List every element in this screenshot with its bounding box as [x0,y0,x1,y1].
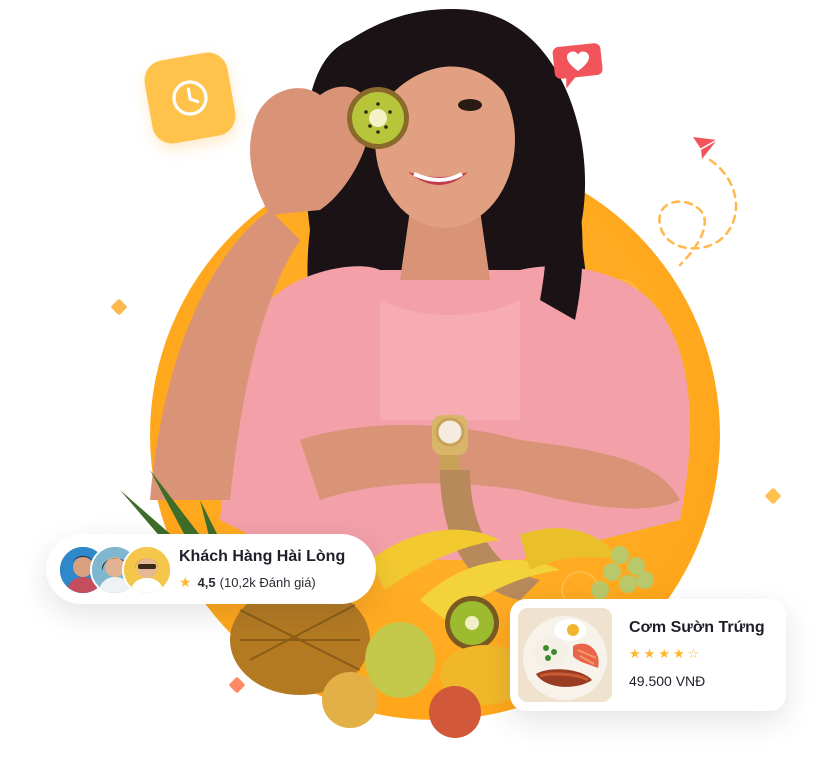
rating-score: 4,5 [197,575,216,590]
heart-message-icon [552,43,603,89]
star-outline-icon: ☆ [687,646,703,661]
food-thumbnail [518,608,612,702]
star-icon: ★ [179,574,192,590]
food-rating: ★★★★☆ [629,646,702,662]
food-item-card[interactable]: Cơm Sườn Trứng ★★★★☆ 49.500 VNĐ [510,599,786,711]
star-icon: ★ [658,646,673,661]
review-count: (10,2k Đánh giá) [219,575,316,590]
food-title: Cơm Sườn Trứng [629,619,765,636]
star-icon: ★ [643,646,659,661]
customer-satisfaction-card: Khách Hàng Hài Lòng ★ 4,5 (10,2k Đánh gi… [46,534,376,604]
food-price: 49.500 VNĐ [629,673,706,689]
avatar [122,545,172,595]
review-summary: ★ 4,5 (10,2k Đánh giá) [179,574,316,591]
hero-banner: Khách Hàng Hài Lòng ★ 4,5 (10,2k Đánh gi… [0,0,832,761]
avatar-group [58,545,172,595]
dashed-flight-path [658,158,738,267]
clock-badge [141,49,239,147]
star-icon: ★ [629,646,644,661]
review-title: Khách Hàng Hài Lòng [179,548,346,565]
clock-icon [172,80,208,116]
star-icon: ★ [672,646,688,661]
